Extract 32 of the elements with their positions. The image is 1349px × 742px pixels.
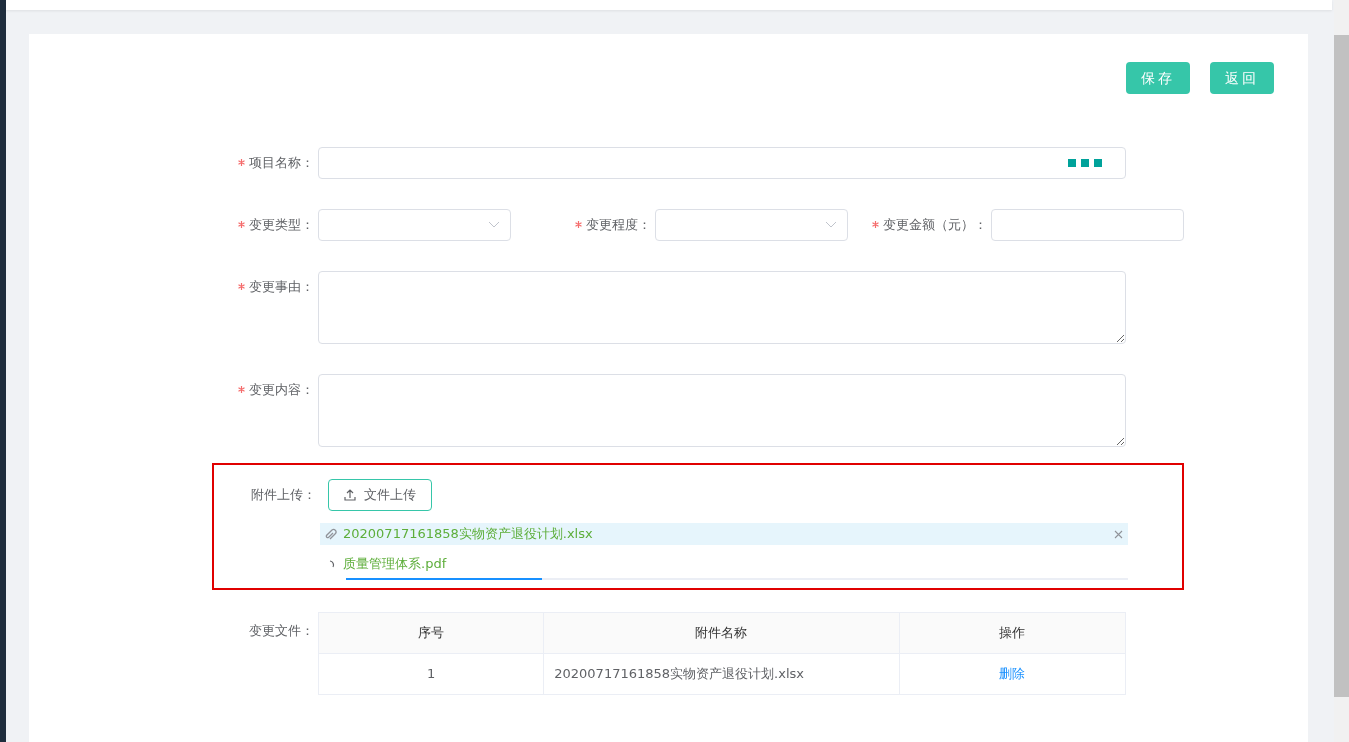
field-label: 变更事由： (249, 279, 314, 294)
more-icon (1068, 159, 1102, 167)
paperclip-icon (325, 527, 337, 541)
table-cell: 1 (318, 653, 544, 695)
column-header: 附件名称 (543, 612, 900, 654)
picker-field[interactable] (318, 147, 1126, 179)
action-button[interactable]: 保存 (1126, 62, 1190, 94)
column-header: 序号 (318, 612, 544, 654)
column-header: 操作 (899, 612, 1126, 654)
delete-link[interactable]: 删除 (999, 666, 1026, 682)
text-area[interactable] (318, 271, 1126, 344)
text-area[interactable] (318, 374, 1126, 447)
chevron-down-icon (824, 221, 837, 229)
upload-icon (344, 489, 356, 501)
chevron-down-icon (488, 221, 500, 229)
scrollbar-thumb[interactable] (1334, 35, 1349, 697)
field-label: 变更内容： (249, 382, 314, 397)
field-label: 变更程度： (585, 217, 651, 232)
select-field[interactable] (318, 209, 511, 241)
action-button[interactable]: 返回 (1210, 62, 1274, 94)
select-field[interactable] (654, 209, 848, 241)
close-icon[interactable] (1114, 529, 1123, 539)
field-label: 附件上传： (251, 487, 316, 502)
field-label: 项目名称： (249, 155, 314, 170)
field-label: 变更文件： (249, 623, 314, 638)
field-label: 变更类型： (249, 217, 314, 232)
file-item[interactable]: 质量管理体系.pdf (320, 553, 1128, 575)
file-item[interactable]: 20200717161858实物资产退役计划.xlsx (320, 523, 1128, 545)
field-label: 变更金额（元）： (883, 217, 987, 232)
table-cell: 20200717161858实物资产退役计划.xlsx (543, 653, 900, 695)
upload-button[interactable]: 文件上传 (328, 479, 432, 511)
input-field[interactable] (991, 209, 1184, 241)
